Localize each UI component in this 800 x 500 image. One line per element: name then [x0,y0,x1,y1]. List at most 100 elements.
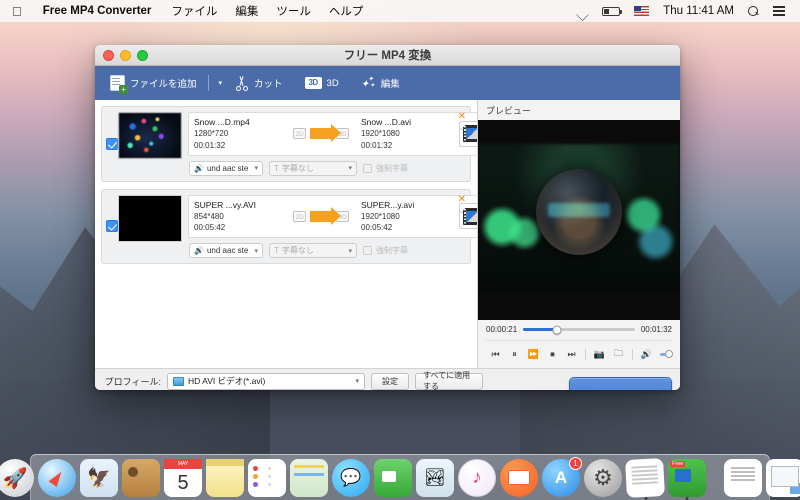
previous-button[interactable]: ⏮ [486,349,505,360]
volume-slider[interactable] [660,350,673,358]
forced-subtitle-label: 強制字幕 [376,246,408,255]
text-icon: T [274,246,279,255]
cut-label: カット [254,79,283,90]
target-duration: 00:01:32 [361,140,393,150]
dock-item-safari[interactable] [38,459,76,497]
menu-item-edit[interactable]: 編集 [226,3,267,19]
menu-item-tools[interactable]: ツール [267,3,320,19]
menu-app-name[interactable]: Free MP4 Converter [32,5,163,17]
dock-item-messages[interactable] [332,459,370,497]
subtitle-track-select[interactable]: T 字幕なし ▾ [269,243,357,258]
dock-item-photos[interactable] [416,459,454,497]
dock-item-facetime[interactable] [374,459,412,497]
battery-icon[interactable] [595,6,627,16]
calendar-day: 5 [177,472,189,494]
row-checkbox[interactable] [106,137,118,150]
three-d-button[interactable]: 3D 3D [298,74,346,92]
row-conversion-strip: SUPER ...vy.AVI 854*480 00:05:42 2D 3D S… [188,194,477,238]
dock-item-downloads-folder[interactable] [766,459,800,497]
source-dimension-badge: 2D [293,128,306,140]
pause-button[interactable]: ⏸ [505,349,524,360]
source-thumbnail [118,194,182,242]
dock-item-document-stack[interactable] [724,459,762,497]
open-folder-button[interactable]: 🗀 [609,346,628,362]
apple-menu-icon[interactable]:  [8,5,32,18]
remove-row-icon[interactable]: ✕ [458,194,466,205]
chevron-down-icon: ▾ [348,247,352,255]
target-resolution: 1920*1080 [361,129,400,139]
speaker-icon: 🔊 [194,163,204,173]
settings-button[interactable]: 設定 [371,372,409,390]
edit-button[interactable]: ✦ ✦ ✦ 編集 [354,73,407,93]
window-titlebar[interactable]: フリー MP4 変換 [95,45,680,66]
table-row[interactable]: Snow ...D.mp4 1280*720 00:01:32 2D 3D Sn… [101,106,477,182]
source-dimension-badge: 2D [293,210,306,222]
apply-to-all-button[interactable]: すべてに適用する [415,371,483,390]
row-content: SUPER ...vy.AVI 854*480 00:05:42 2D 3D S… [188,194,477,258]
table-row[interactable]: SUPER ...vy.AVI 854*480 00:05:42 2D 3D S… [101,188,477,264]
row-checkbox[interactable] [106,220,118,233]
volume-knob[interactable] [664,350,673,358]
add-files-button[interactable]: ファイルを追加 [103,72,204,94]
row-checkbox-cell[interactable] [106,195,118,259]
chevron-down-icon: ▾ [355,378,359,385]
target-file-info: Snow ...D.avi 1920*1080 00:01:32 [361,116,449,152]
forced-subtitle-checkbox[interactable]: 強制字幕 [363,245,408,256]
snapshot-button[interactable]: 📷 [590,349,609,360]
chevron-down-icon[interactable]: ⌄ [458,206,465,215]
dock-item-calendar[interactable]: MAY 5 [164,459,202,497]
next-button[interactable]: ⏭ [562,349,581,360]
us-flag-icon[interactable] [627,6,656,16]
row-conversion-strip: Snow ...D.mp4 1280*720 00:01:32 2D 3D Sn… [188,112,477,156]
dock-item-reminders[interactable] [248,459,286,497]
notification-center-icon[interactable] [766,6,792,16]
row-track-options: 🔊 und aac ste ▾ T 字幕なし ▾ 強制字幕 [188,160,477,176]
audio-track-select[interactable]: 🔊 und aac ste ▾ [189,243,263,258]
dock-item-contacts[interactable] [122,459,160,497]
audio-track-value: und aac ste [206,163,249,173]
audio-track-select[interactable]: 🔊 und aac ste ▾ [189,160,263,176]
window-title: フリー MP4 変換 [343,50,432,62]
file-list[interactable]: Snow ...D.mp4 1280*720 00:01:32 2D 3D Sn… [95,100,478,368]
search-icon[interactable] [741,5,766,17]
row-checkbox-cell[interactable] [106,112,118,176]
seek-knob[interactable] [552,325,562,334]
speaker-icon: 🔊 [194,246,204,255]
dock-item-free-mp4-converter[interactable]: Free [668,459,706,500]
subtitle-track-select[interactable]: T 字幕なし ▾ [269,160,357,176]
stop-button[interactable]: ⏹ [543,349,562,360]
chevron-down-icon: ▾ [348,165,352,172]
dock-item-app-store[interactable]: 1 [542,457,582,497]
menu-item-help[interactable]: ヘルプ [320,3,373,19]
dock-item-maps[interactable] [290,459,328,497]
forced-subtitle-checkbox[interactable]: 強制字幕 [363,163,408,174]
wifi-icon[interactable] [568,7,595,16]
source-resolution: 854*480 [194,211,224,221]
convert-button[interactable]: 変換 [569,376,672,390]
dock-item-system-preferences[interactable] [584,459,622,497]
dock-item-itunes[interactable] [458,459,496,497]
subtitle-track-value: 字幕なし [281,246,314,255]
fast-forward-button[interactable]: ⏩ [524,349,543,360]
remove-row-icon[interactable]: ✕ [458,112,466,122]
menu-bar-clock[interactable]: Thu 11:41 AM [656,5,741,17]
chevron-down-icon[interactable]: ⌄ [458,124,465,132]
dock-item-mail[interactable] [80,459,118,497]
dock-item-notes[interactable] [206,459,244,497]
cut-button[interactable]: カット [228,73,290,94]
target-duration: 00:05:42 [361,223,393,233]
menu-bar:  Free MP4 Converter ファイル 編集 ツール ヘルプ Thu… [0,0,800,22]
conversion-arrow-wrap [310,124,341,143]
volume-icon[interactable]: 🔊 [637,349,656,360]
sparkle-edit-icon: ✦ ✦ ✦ [360,76,375,90]
seek-slider[interactable] [523,325,635,334]
checkbox-box [363,163,372,173]
chevron-down-icon[interactable]: ▾ [213,79,229,87]
menu-item-file[interactable]: ファイル [162,3,226,19]
dock-item-ibooks[interactable] [500,459,538,497]
dock-item-launchpad[interactable] [0,459,34,497]
preview-video[interactable] [478,120,680,320]
profile-value: HD AVI ビデオ(*.avi) [188,376,266,386]
profile-select[interactable]: HD AVI ビデオ(*.avi) ▾ [167,372,365,390]
dock-item-pages[interactable] [625,458,665,500]
